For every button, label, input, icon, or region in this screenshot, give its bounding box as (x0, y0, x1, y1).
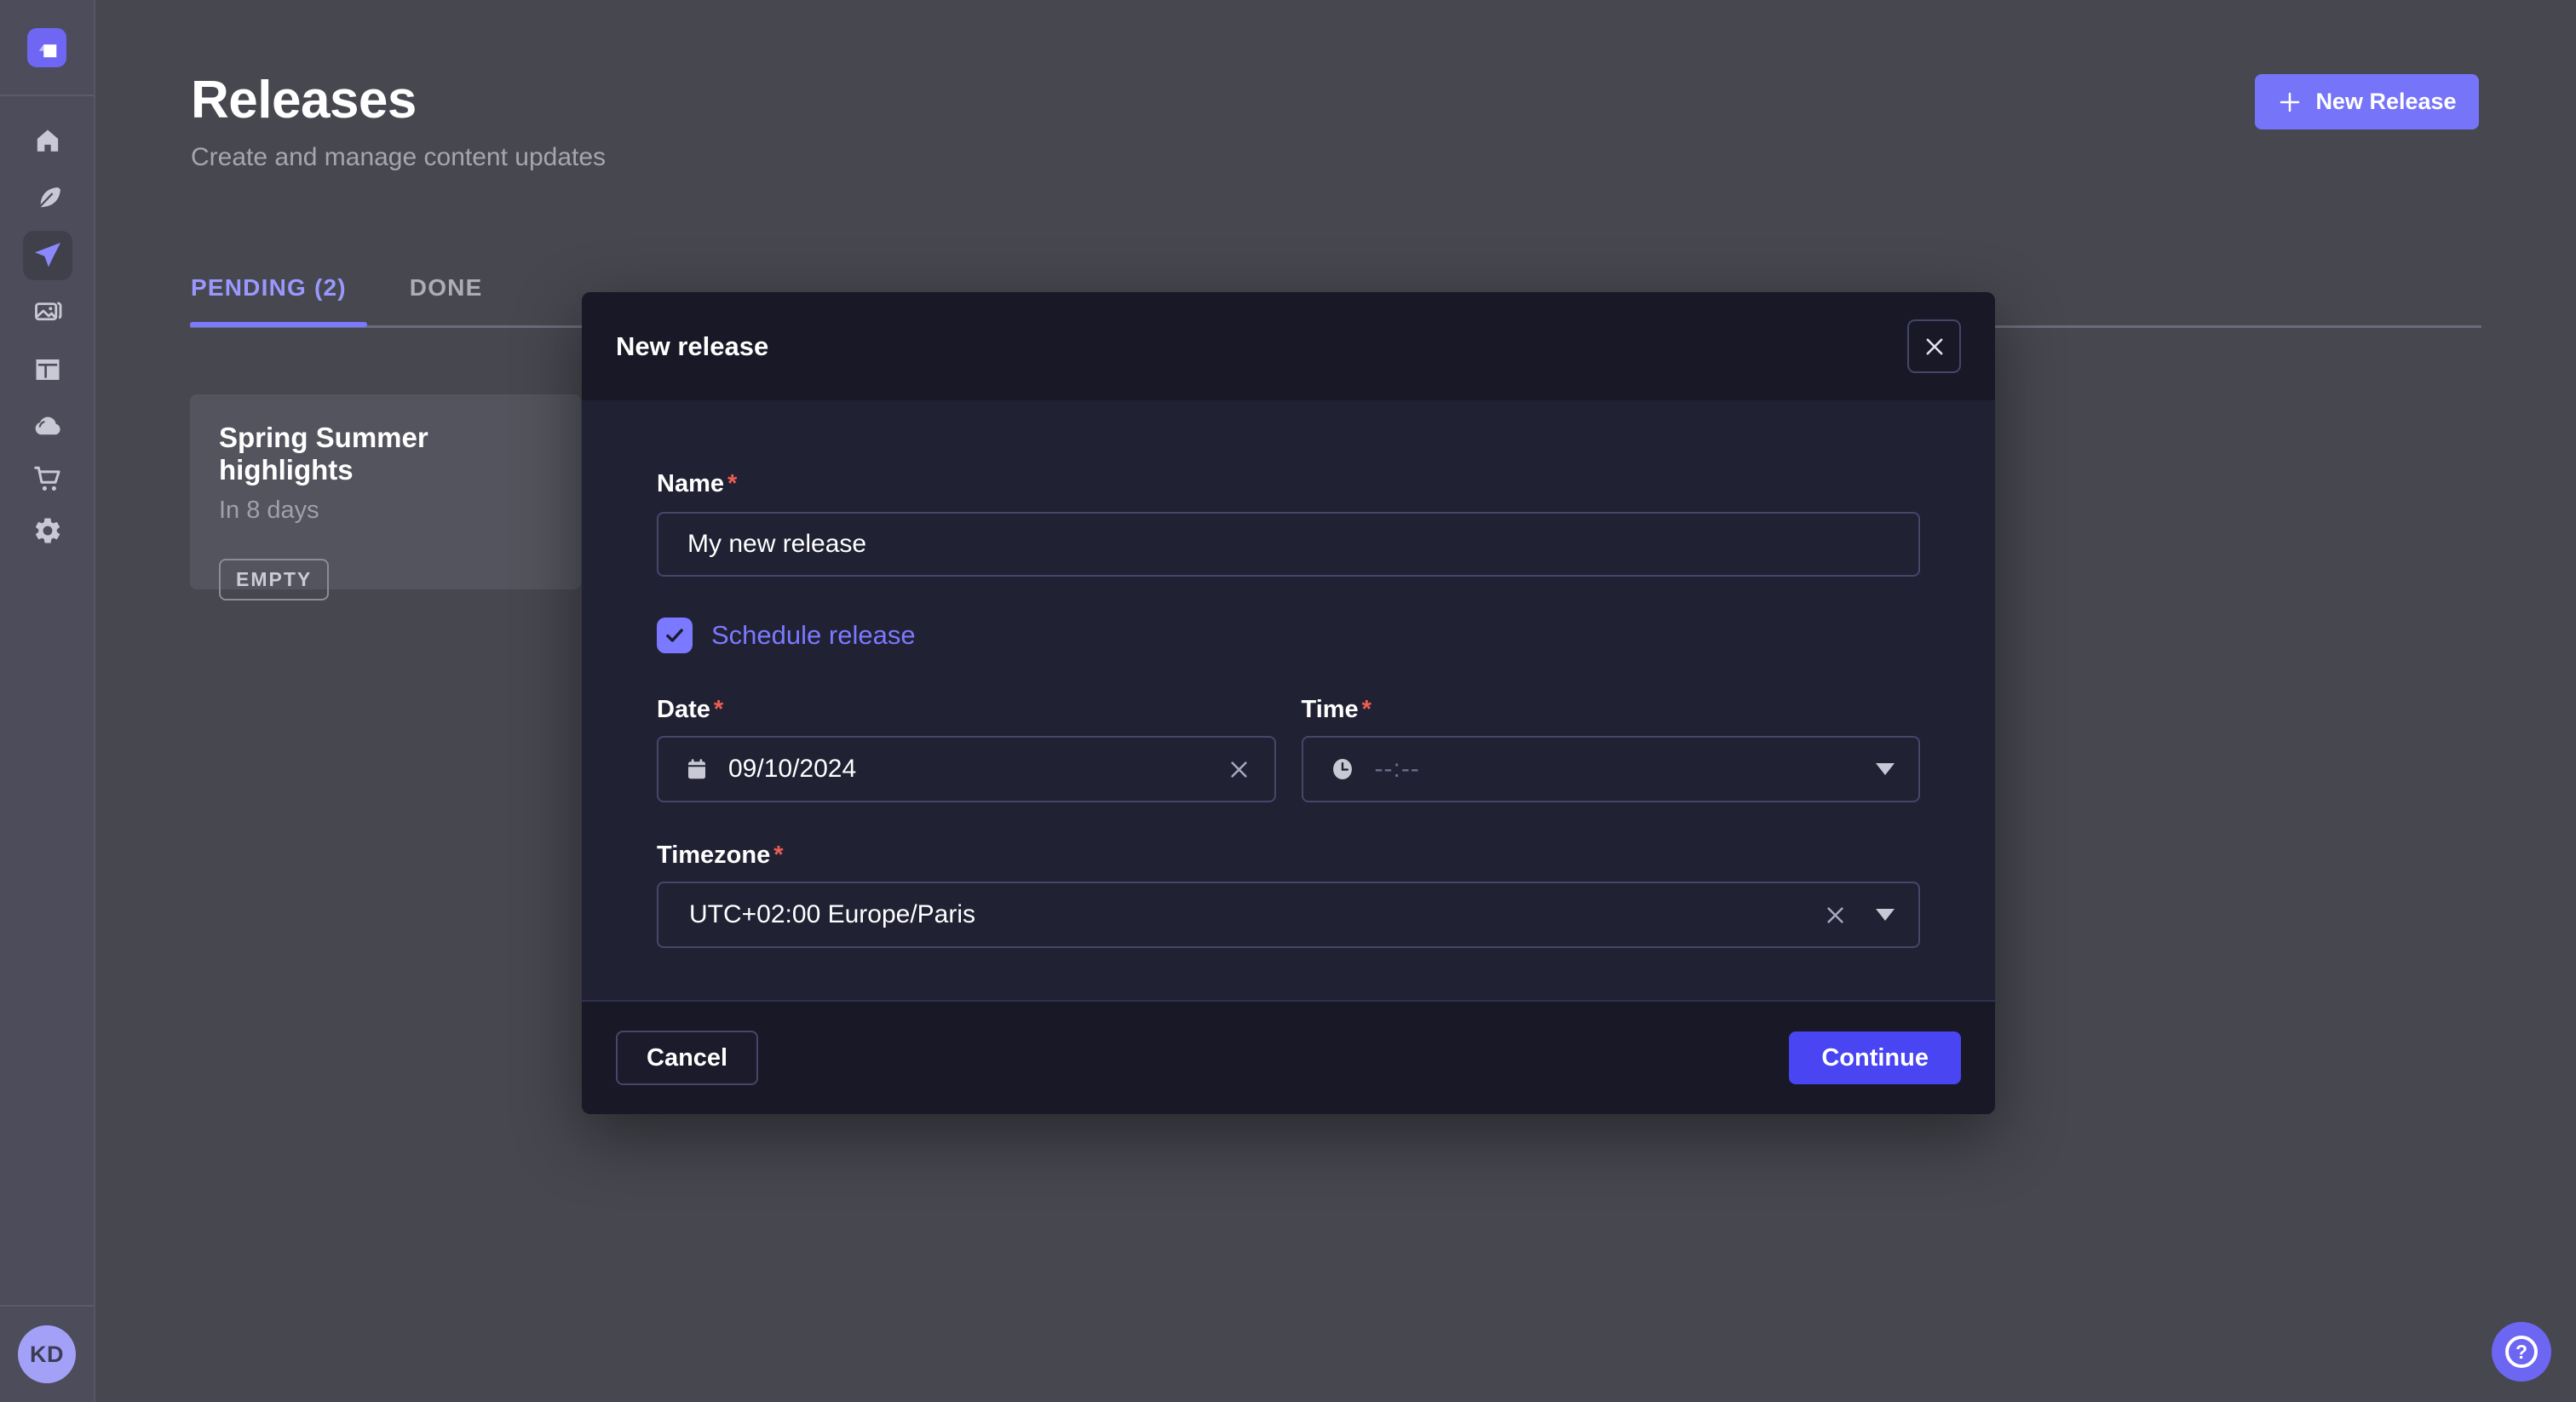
date-picker[interactable]: 09/10/2024 (657, 736, 1276, 802)
sidebar-footer: KD (0, 1305, 94, 1402)
new-release-button[interactable]: New Release (2255, 74, 2479, 129)
time-field-block: Time* --:-- (1302, 696, 1921, 802)
sidebar: KD (0, 0, 95, 1402)
timezone-label: Timezone* (657, 842, 784, 869)
required-marker: * (773, 842, 783, 869)
active-tab-underline (190, 322, 367, 327)
required-marker: * (727, 470, 737, 497)
modal-header: New release (582, 292, 1995, 400)
calendar-icon (684, 756, 710, 782)
time-picker[interactable]: --:-- (1302, 736, 1921, 802)
timezone-clear-button[interactable] (1824, 904, 1847, 927)
schedule-checkbox-label: Schedule release (711, 620, 916, 651)
new-release-button-label: New Release (2315, 89, 2456, 115)
tab-bar: PENDING (2) DONE (191, 274, 482, 302)
date-field-block: Date* 09/10/2024 (657, 696, 1276, 802)
tab-pending[interactable]: PENDING (2) (191, 274, 347, 302)
logo-section (0, 0, 94, 96)
modal-footer: Cancel Continue (582, 1000, 1995, 1114)
date-value: 09/10/2024 (728, 755, 1209, 784)
clear-x-icon (1228, 758, 1251, 781)
required-marker: * (1362, 696, 1371, 723)
active-item-highlight (23, 231, 72, 280)
name-label: Name* (657, 470, 737, 497)
clock-icon (1329, 756, 1356, 783)
new-release-modal: New release Name* Schedule release Date*… (582, 292, 1995, 1114)
date-clear-button[interactable] (1228, 758, 1251, 781)
sidebar-item-content[interactable] (0, 170, 95, 226)
timezone-select[interactable]: UTC+02:00 Europe/Paris (657, 882, 1920, 948)
avatar[interactable]: KD (18, 1325, 76, 1383)
name-input[interactable] (657, 512, 1920, 577)
date-label: Date* (657, 696, 723, 723)
modal-title: New release (616, 331, 768, 362)
feather-icon (33, 183, 62, 212)
gear-icon (32, 515, 63, 546)
close-icon (1923, 335, 1946, 359)
paper-plane-icon (32, 240, 63, 271)
sidebar-item-home[interactable] (0, 112, 95, 169)
cancel-button[interactable]: Cancel (616, 1031, 758, 1085)
modal-body: Name* Schedule release Date* 09/10/2024 (582, 400, 1995, 1000)
timezone-value: UTC+02:00 Europe/Paris (684, 900, 1805, 929)
page-title: Releases (191, 70, 417, 130)
sidebar-item-settings[interactable] (0, 503, 95, 559)
media-images-icon (32, 296, 63, 326)
sidebar-item-media[interactable] (0, 283, 95, 339)
timezone-field-block: Timezone* UTC+02:00 Europe/Paris (657, 842, 1920, 948)
sidebar-item-marketplace[interactable] (0, 451, 95, 507)
close-button[interactable] (1907, 319, 1961, 373)
cloud-icon (32, 410, 64, 442)
release-card[interactable]: Spring Summer highlights In 8 days EMPTY (190, 394, 581, 589)
release-card-title: Spring Summer highlights (219, 422, 552, 486)
cart-icon (32, 463, 63, 494)
time-label: Time* (1302, 696, 1371, 723)
release-card-meta: In 8 days (219, 497, 552, 525)
chevron-down-icon[interactable] (1876, 763, 1895, 775)
strapi-logo-icon[interactable] (27, 28, 66, 67)
clear-x-icon (1824, 904, 1847, 927)
schedule-checkbox[interactable] (657, 618, 693, 653)
schedule-release-row[interactable]: Schedule release (657, 618, 1920, 653)
tab-done[interactable]: DONE (410, 274, 483, 302)
question-mark-icon: ? (2505, 1336, 2538, 1368)
name-field-block: Name* (657, 470, 1920, 577)
chevron-down-icon[interactable] (1876, 909, 1895, 921)
release-status-badge: EMPTY (219, 559, 329, 600)
checkbox-check-icon (664, 624, 686, 646)
sidebar-item-cloud[interactable] (0, 398, 95, 454)
sidebar-item-releases[interactable] (0, 227, 95, 284)
page-subtitle: Create and manage content updates (191, 143, 606, 172)
avatar-initials: KD (30, 1342, 64, 1368)
date-time-row: Date* 09/10/2024 Time* --:-- (657, 696, 1920, 802)
home-icon (33, 126, 62, 155)
layout-icon (32, 354, 63, 385)
help-button[interactable]: ? (2492, 1322, 2551, 1382)
plus-icon (2277, 89, 2303, 115)
time-placeholder: --:-- (1375, 755, 1858, 784)
sidebar-item-content-type-builder[interactable] (0, 342, 95, 398)
required-marker: * (714, 696, 723, 723)
continue-button[interactable]: Continue (1789, 1031, 1961, 1084)
